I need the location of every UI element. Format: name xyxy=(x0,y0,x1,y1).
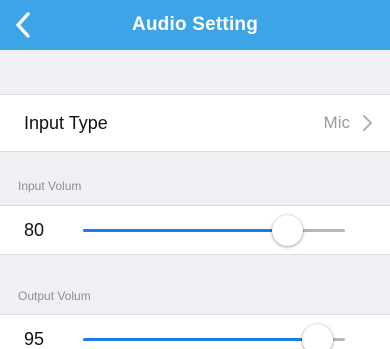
output-volume-value: 95 xyxy=(24,329,45,349)
output-volume-row: 95 xyxy=(0,314,390,349)
input-volume-fill xyxy=(83,229,288,232)
output-volume-slider[interactable] xyxy=(83,324,345,349)
output-volume-fill xyxy=(83,338,318,341)
input-type-row[interactable]: Input Type Mic xyxy=(0,94,390,152)
output-volume-header: Output Volum xyxy=(18,289,91,303)
nav-bar: Audio Setting xyxy=(0,0,390,50)
input-type-label: Input Type xyxy=(24,113,108,133)
page-title: Audio Setting xyxy=(131,14,259,35)
output-volume-thumb[interactable] xyxy=(302,324,334,349)
input-type-value: Mic xyxy=(323,113,350,132)
chevron-right-icon xyxy=(363,115,372,131)
input-volume-value: 80 xyxy=(24,220,45,240)
input-volume-row: 80 xyxy=(0,205,390,255)
input-volume-thumb[interactable] xyxy=(272,215,304,246)
input-volume-header: Input Volum xyxy=(18,179,82,193)
input-volume-slider[interactable] xyxy=(83,215,345,246)
